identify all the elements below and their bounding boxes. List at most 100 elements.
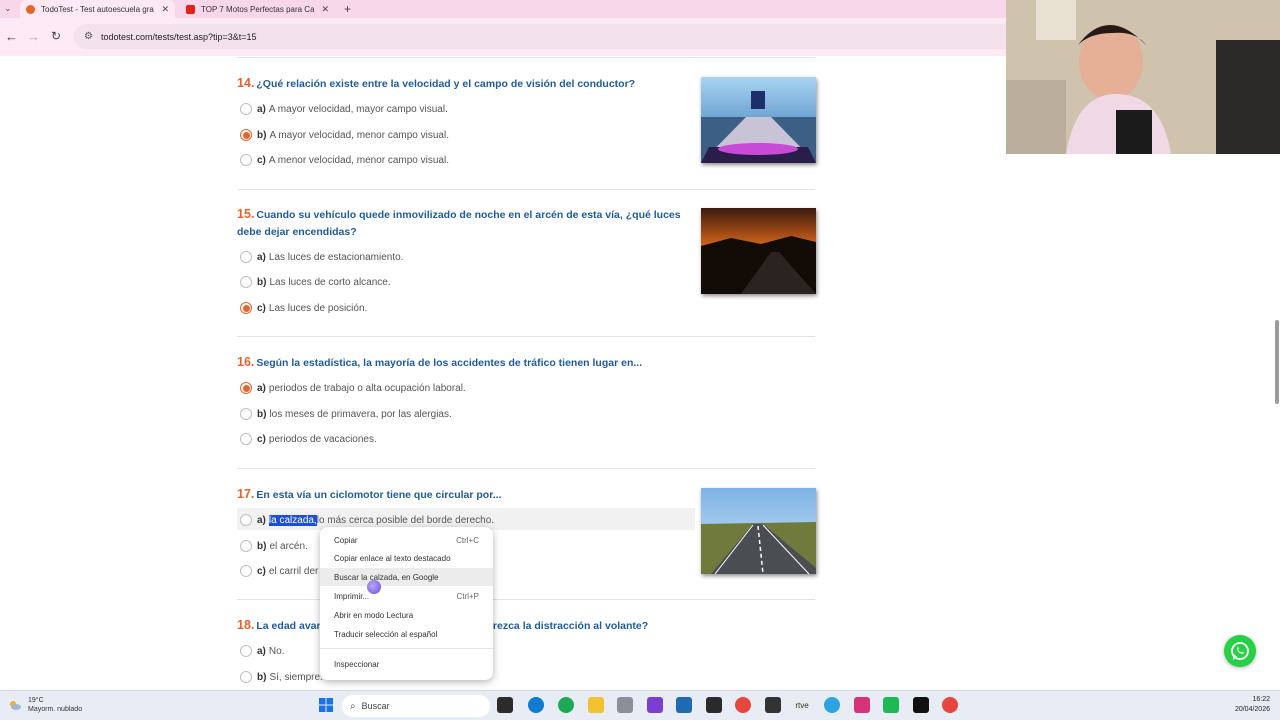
option-text: periodos de vacaciones. — [268, 433, 377, 445]
option-a[interactable]: a) A mayor velocidad, mayor campo visual. — [240, 100, 448, 118]
option-a[interactable]: a) No. — [240, 642, 284, 660]
question-title: 17. En esta vía un ciclomotor tiene que c… — [237, 486, 693, 504]
clock-date: 20/04/2026 — [1234, 706, 1270, 713]
divider — [237, 468, 815, 469]
divider — [237, 57, 815, 58]
option-text: Las luces de posición. — [268, 302, 368, 314]
radio-button[interactable] — [240, 103, 252, 115]
menu-item-translate[interactable]: Traducir selección al español — [320, 625, 493, 643]
menu-item-reading-mode[interactable]: Abrir en modo Lectura — [320, 606, 493, 624]
option-c[interactable]: c) el carril der — [240, 562, 318, 580]
windows-start-icon[interactable] — [318, 697, 334, 713]
radio-button[interactable] — [240, 514, 252, 526]
close-tab-icon[interactable]: ✕ — [161, 4, 169, 15]
weather-cloud-icon — [8, 699, 22, 711]
menu-item-inspect[interactable]: Inspeccionar — [320, 655, 493, 673]
question-text-end: rezca la distracción al volante? — [492, 620, 649, 632]
app-icon[interactable] — [617, 697, 633, 713]
whatsapp-taskbar-icon[interactable] — [558, 697, 574, 713]
radio-button[interactable] — [240, 671, 252, 683]
radio-button-checked[interactable] — [240, 302, 252, 314]
menu-item-print[interactable]: Imprimir... Ctrl+P — [320, 587, 493, 605]
back-arrow-icon[interactable]: ← — [5, 29, 18, 44]
menu-item-copy-link-to-highlight[interactable]: Copiar enlace al texto destacado — [320, 549, 493, 567]
radio-button-checked[interactable] — [240, 382, 252, 394]
option-b[interactable]: b) Sí, siempre. — [240, 668, 323, 686]
url-bar[interactable]: ⚙ todotest.com/tests/test.asp?tip=3&t=15 — [74, 24, 1014, 49]
tab-youtube[interactable]: TOP 7 Motos Perfectas para Ca ✕ — [180, 0, 335, 18]
option-b[interactable]: b) Las luces de corto alcance. — [240, 273, 391, 291]
option-a[interactable]: a) Las luces de estacionamiento. — [240, 248, 403, 266]
tab-todotest[interactable]: TodoTest - Test autoescuela gra ✕ — [20, 0, 175, 18]
option-c[interactable]: c) periodos de vacaciones. — [240, 430, 377, 448]
radio-button[interactable] — [240, 251, 252, 263]
rtve-icon[interactable]: rtve — [794, 697, 810, 713]
youtube-favicon-icon — [186, 4, 195, 14]
search-icon: ⌕ — [350, 700, 356, 712]
menu-item-copy[interactable]: Copiar Ctrl+C — [320, 531, 493, 549]
edge-icon[interactable] — [528, 697, 544, 713]
option-text: A menor velocidad, menor campo visual. — [268, 154, 449, 166]
question-image-night-road — [701, 208, 816, 294]
option-letter: c) — [257, 565, 266, 577]
kick-icon[interactable] — [883, 697, 899, 713]
option-b[interactable]: b) los meses de primavera, por las alergi… — [240, 405, 452, 423]
radio-button[interactable] — [240, 540, 252, 552]
menu-item-search-google[interactable]: Buscar la calzada, en Google — [320, 568, 493, 586]
radio-button[interactable] — [240, 645, 252, 657]
option-letter: c) — [257, 302, 266, 314]
close-tab-icon[interactable]: ✕ — [321, 4, 329, 15]
option-c[interactable]: c) Las luces de posición. — [240, 299, 367, 317]
store-icon[interactable] — [676, 697, 692, 713]
menu-item-label: Copiar enlace al texto destacado — [334, 553, 451, 563]
option-letter: a) — [257, 382, 266, 394]
menu-divider — [320, 648, 493, 649]
tiktok-icon[interactable] — [913, 697, 929, 713]
option-letter: b) — [257, 276, 267, 288]
instagram-icon[interactable] — [854, 697, 870, 713]
radio-button-checked[interactable] — [240, 129, 252, 141]
question-title: 14. ¿Qué relación existe entre la velocid… — [237, 75, 693, 93]
system-clock[interactable]: 16:22 20/04/2026 — [1235, 695, 1270, 715]
radio-button[interactable] — [240, 565, 252, 577]
option-b[interactable]: b) el arcén. — [240, 537, 308, 555]
option-letter: c) — [257, 433, 266, 445]
option-text: el carril der — [268, 565, 319, 577]
option-text: Las luces de corto alcance. — [269, 276, 391, 288]
telegram-icon[interactable] — [824, 697, 840, 713]
weather-desc: Mayorm. nublado — [28, 706, 83, 713]
option-b[interactable]: b) A mayor velocidad, menor campo visual. — [240, 126, 449, 144]
whatsapp-button[interactable] — [1224, 635, 1256, 667]
reload-icon[interactable]: ↻ — [51, 29, 61, 43]
radio-button[interactable] — [240, 154, 252, 166]
chrome-profile-icon[interactable] — [942, 697, 958, 713]
context-menu: Copiar Ctrl+C Copiar enlace al texto dest… — [320, 527, 493, 680]
option-letter: a) — [257, 645, 266, 657]
weather-widget[interactable]: 19°C Mayorm. nublado — [8, 696, 82, 714]
site-info-icon[interactable]: ⚙ — [84, 31, 93, 42]
new-tab-plus-icon[interactable]: + — [344, 2, 351, 16]
question-15: 15. Cuando su vehículo quede inmovilizado… — [237, 206, 816, 337]
selected-text[interactable]: la calzada, — [268, 514, 317, 526]
task-view-icon[interactable] — [497, 697, 513, 713]
option-letter: b) — [257, 671, 267, 683]
chrome-icon[interactable] — [735, 697, 751, 713]
option-a[interactable]: a) periodos de trabajo o alta ocupación l… — [240, 379, 466, 397]
app-icon[interactable] — [706, 697, 722, 713]
todotest-favicon-icon — [26, 4, 35, 14]
option-letter: b) — [257, 540, 267, 552]
radio-button[interactable] — [240, 276, 252, 288]
forward-arrow-icon[interactable]: → — [27, 29, 40, 44]
app-icon[interactable] — [647, 697, 663, 713]
menu-item-label: Buscar la calzada, en Google — [334, 572, 439, 582]
option-letter: a) — [257, 251, 266, 263]
radio-button[interactable] — [240, 433, 252, 445]
app-icon[interactable] — [765, 697, 781, 713]
scrollbar-thumb[interactable] — [1275, 320, 1279, 404]
question-text: En esta vía un ciclomotor tiene que circ… — [256, 489, 502, 501]
radio-button[interactable] — [240, 408, 252, 420]
tab-search-chevron-icon[interactable]: ⌄ — [4, 3, 12, 14]
file-explorer-icon[interactable] — [588, 697, 604, 713]
taskbar-search[interactable]: ⌕ Buscar — [342, 695, 490, 717]
option-c[interactable]: c) A menor velocidad, menor campo visual. — [240, 151, 449, 169]
